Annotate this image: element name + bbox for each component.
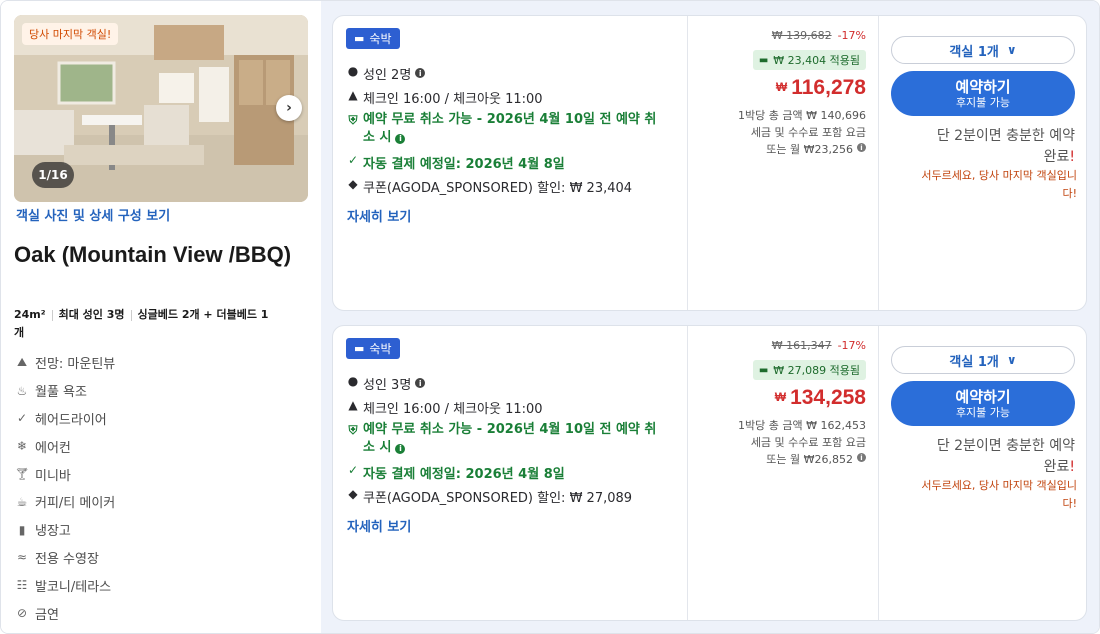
quick-booking-note: 단 2분이면 충분한 예약 완료! [936,438,1075,475]
check-icon: ✓ [347,463,359,477]
free-cancel-line: ⛨ 예약 무료 취소 가능 - 2026년 4월 10일 전 예약 취소 시i [346,111,676,147]
room-occupancy: 최대 성인 3명 [58,308,125,321]
amenity-item: ▮ 냉장고 [15,516,305,544]
tag-icon: ◆ [348,487,358,501]
original-price: ₩ 139,682 -17% [771,29,866,42]
guests-line: ● 성인 2명 i [346,64,426,83]
book-button[interactable]: 예약하기 후지불 가능 [891,381,1075,426]
coupon-line: ◆ 쿠폰(AGODA_SPONSORED) 할인: ₩ 23,404 [346,177,632,196]
next-photo-arrow-icon[interactable]: › [276,95,302,121]
amenity-item: ⛰ 전망: 마운틴뷰 [16,355,116,373]
no-smoking-icon: ⊘ [16,606,28,621]
amenity-item: ≈ 전용 수영장 [16,550,99,567]
fridge-icon: ▮ [18,522,26,537]
info-icon[interactable]: i [395,134,406,144]
cocktail-icon: 🍸︎ [14,467,30,482]
info-icon[interactable]: i [415,378,426,388]
original-price: ₩ 161,347 -17% [771,339,866,352]
offer-card: ▬ 숙박 ● 성인 2명 i ▲ 체크인 16:00 / 체크아웃 11:00 ⛨ 예약 … [332,15,1087,311]
room-photos-link[interactable]: 객실 사진 및 상세 구성 보기 [16,205,170,224]
check-icon: ✓ [347,153,359,167]
total-per-night: 1박당 총 금액 ₩ 162,453 [738,419,866,432]
offer-card: ▬ 숙박 ● 성인 3명 i ▲ 체크인 16:00 / 체크아웃 11:00 ⛨ 예약 … [332,325,1087,621]
tag-icon: ◆ [348,177,358,191]
monthly-payment: 또는 월 ₩23,256 i [766,141,866,157]
coupon-applied-badge: ▬ ₩ 23,404 적용됨 [752,50,866,70]
room-offer-panel: 당사 마지막 객실! › 1/16 객실 사진 및 상세 구성 보기 Oak (… [0,0,1100,634]
room-photo[interactable]: 당사 마지막 객실! › 1/16 [14,15,308,202]
room-meta: 24m² 최대 성인 3명 싱글베드 2개 + 더블베드 1 개 [14,306,304,342]
info-icon[interactable]: i [415,68,426,78]
autopay-line: ✓ 자동 결제 예정일: 2026년 4월 8일 [347,153,565,172]
details-link[interactable]: 자세히 보기 [347,516,411,535]
guests-line: ● 성인 3명 i [346,374,426,393]
person-icon: ● [347,64,359,78]
room-beds: 싱글베드 2개 + 더블베드 1 [137,308,269,321]
amenity-item: ✓ 헤어드라이어 [16,411,107,428]
coffee-icon: ☕︎ [16,494,28,509]
checkin-line: ▲ 체크인 16:00 / 체크아웃 11:00 [346,398,542,417]
booking-column: 객실 1개 ∨ 예약하기 후지불 가능 단 2분이면 충분한 예약 완료! 서두르세요… [879,326,1086,620]
free-cancel-line: ⛨ 예약 무료 취소 가능 - 2026년 4월 10일 전 예약 취소 시i [346,421,676,457]
rooms-select[interactable]: 객실 1개 ∨ [891,36,1075,64]
check-icon: ✓ [16,411,28,426]
fan-icon: ❄ [16,439,28,454]
booking-column: 객실 1개 ∨ 예약하기 후지불 가능 단 2분이면 충분한 예약 완료! 서두르세요… [879,16,1086,310]
price-column: ₩ 161,347 -17% ▬ ₩ 27,089 적용됨 ₩134,258 1박당… [688,326,878,620]
amenity-list: ⛰ 전망: 마운틴뷰 ♨ 월풀 욕조 ✓ 헤어드라이어 ❄ 에어컨 🍸︎ 미니바 ☕︎ 커피… [14,349,305,627]
stay-badge: ▬ 숙박 [346,338,400,359]
bed-icon: ▬ [354,342,365,355]
book-button[interactable]: 예약하기 후지불 가능 [891,71,1075,116]
info-icon[interactable]: i [395,444,406,454]
details-link[interactable]: 자세히 보기 [347,206,411,225]
ticket-icon: ▬ [758,364,769,376]
tax-note: 세금 및 수수료 포함 요금 [750,126,866,139]
chevron-down-icon: ∨ [1006,43,1017,57]
bed-icon: ▬ [354,32,365,45]
quick-booking-note: 단 2분이면 충분한 예약 완료! [936,128,1075,165]
coupon-applied-badge: ▬ ₩ 27,089 적용됨 [752,360,866,380]
bathtub-icon: ♨ [16,383,28,398]
balcony-icon: ☷ [16,578,28,593]
person-icon: ● [347,374,359,388]
amenity-item: ♨ 월풀 욕조 [16,383,87,401]
photo-counter: 1/16 [32,162,74,188]
checkin-line: ▲ 체크인 16:00 / 체크아웃 11:00 [346,88,542,107]
autopay-line: ✓ 자동 결제 예정일: 2026년 4월 8일 [347,463,565,482]
view-icon: ⛰ [16,355,28,370]
room-name: Oak (Mountain View /BBQ) [14,242,292,267]
last-room-warning: 서두르세요, 당사 마지막 객실입니 다! [921,479,1077,510]
shield-icon: ⛨ [348,113,358,127]
checkin-icon: ▲ [348,88,358,102]
amenity-item: ☷ 발코니/테라스 [16,578,112,595]
monthly-payment: 또는 월 ₩26,852 i [766,451,866,467]
ticket-icon: ▬ [758,54,769,66]
room-beds-cont: 개 [14,326,25,339]
price-column: ₩ 139,682 -17% ▬ ₩ 23,404 적용됨 ₩116,278 1박당… [688,16,878,310]
shield-icon: ⛨ [348,423,358,437]
checkin-icon: ▲ [348,398,358,412]
room-info-column: 당사 마지막 객실! › 1/16 객실 사진 및 상세 구성 보기 Oak (… [1,1,321,633]
amenity-item: 🍸︎ 미니바 [14,467,71,484]
chevron-down-icon: ∨ [1006,353,1017,367]
rooms-select[interactable]: 객실 1개 ∨ [891,346,1075,374]
last-room-warning: 서두르세요, 당사 마지막 객실입니 다! [921,169,1077,200]
last-room-tag: 당사 마지막 객실! [22,23,119,45]
amenity-item: ☕︎ 커피/티 메이커 [16,494,116,512]
pool-icon: ≈ [16,550,28,565]
coupon-line: ◆ 쿠폰(AGODA_SPONSORED) 할인: ₩ 27,089 [346,487,632,506]
stay-badge: ▬ 숙박 [346,28,400,49]
info-icon[interactable]: i [857,143,866,152]
amenity-item: ⊘ 금연 [16,606,59,623]
amenity-item: ❄ 에어컨 [16,439,71,456]
tax-note: 세금 및 수수료 포함 요금 [750,436,866,449]
total-per-night: 1박당 총 금액 ₩ 140,696 [738,109,866,122]
room-size: 24m² [14,308,46,321]
final-price: ₩134,258 [774,386,866,409]
final-price: ₩116,278 [775,76,866,99]
info-icon[interactable]: i [857,453,866,462]
